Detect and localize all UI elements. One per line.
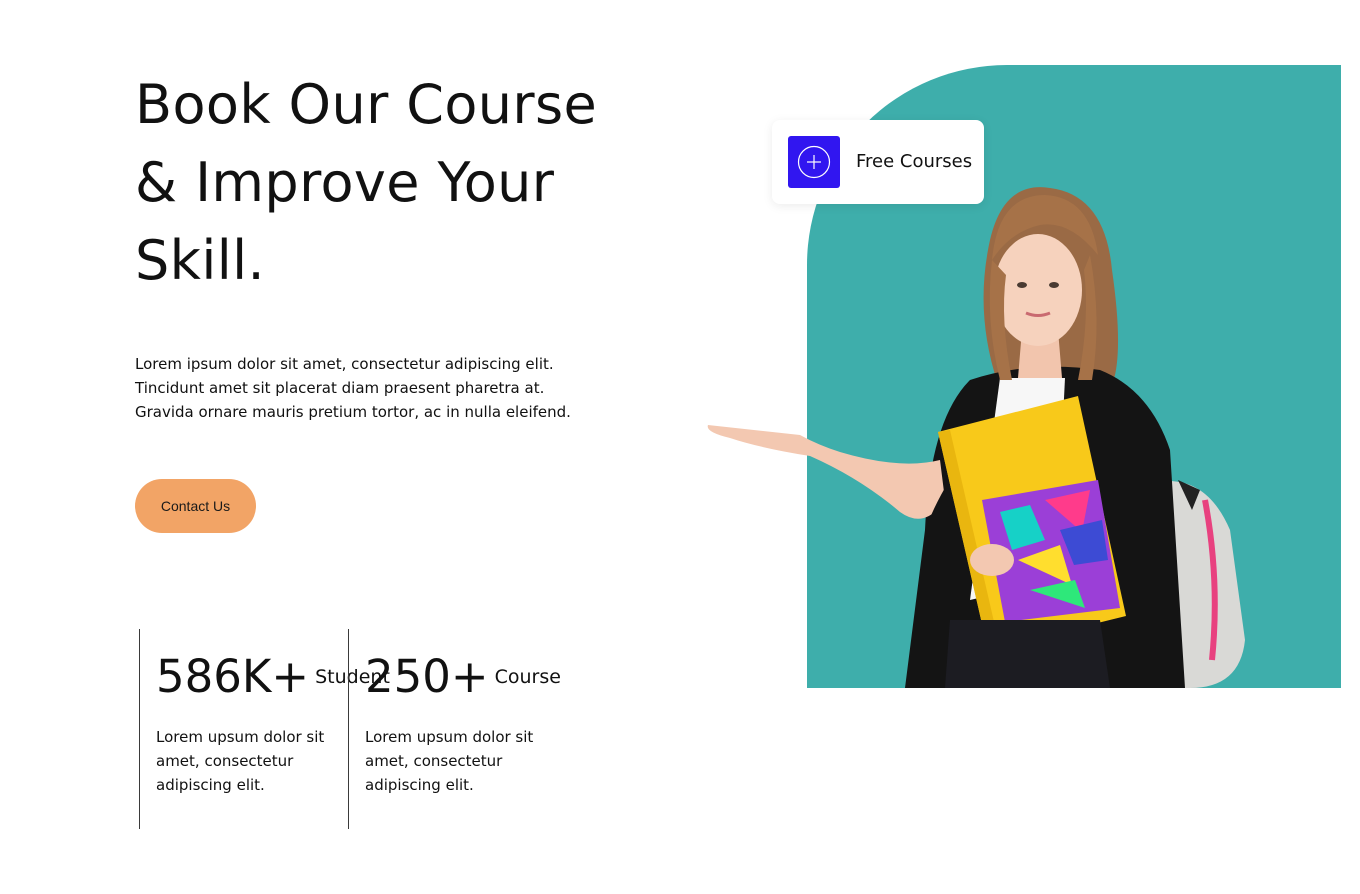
hero-description-line: Gravida ornare mauris pretium tortor, ac… [135, 403, 571, 421]
stat-description-line: Lorem upsum dolor sit [156, 728, 325, 746]
stat-header: 250+ Course [365, 651, 561, 703]
stat-value: 586K+ [156, 650, 310, 703]
hero-title-line: Book Our Course [135, 73, 598, 136]
stat-description-line: adipiscing elit. [156, 776, 265, 794]
stat-label: Course [494, 666, 561, 688]
stat-description-line: amet, consectetur [365, 752, 503, 770]
stat-description-line: Lorem upsum dolor sit [365, 728, 534, 746]
hero-title: Book Our Course & Improve Your Skill. [135, 66, 605, 300]
stat-description: Lorem upsum dolor sit amet, consectetur … [156, 725, 336, 797]
hero-title-line: Skill. [135, 229, 266, 292]
hero-description-line: Lorem ipsum dolor sit amet, consectetur … [135, 355, 554, 373]
free-courses-label: Free Courses [856, 151, 973, 172]
hero-title-line: & Improve Your [135, 151, 555, 214]
plus-circle-icon [788, 136, 840, 188]
stat-value: 250+ [365, 650, 489, 703]
stat-courses: 250+ Course Lorem upsum dolor sit amet, c… [348, 629, 561, 829]
stat-students: 586K+ Student Lorem upsum dolor sit amet,… [139, 629, 390, 829]
stat-description: Lorem upsum dolor sit amet, consectetur … [365, 725, 545, 797]
contact-us-button[interactable]: Contact Us [135, 479, 256, 533]
stat-description-line: amet, consectetur [156, 752, 294, 770]
stat-description-line: adipiscing elit. [365, 776, 474, 794]
hero-description: Lorem ipsum dolor sit amet, consectetur … [135, 352, 571, 424]
hero-description-line: Tincidunt amet sit placerat diam praesen… [135, 379, 545, 397]
free-courses-card[interactable]: Free Courses [772, 120, 984, 204]
landing-page: Book Our Course & Improve Your Skill. Lo… [0, 0, 1360, 894]
